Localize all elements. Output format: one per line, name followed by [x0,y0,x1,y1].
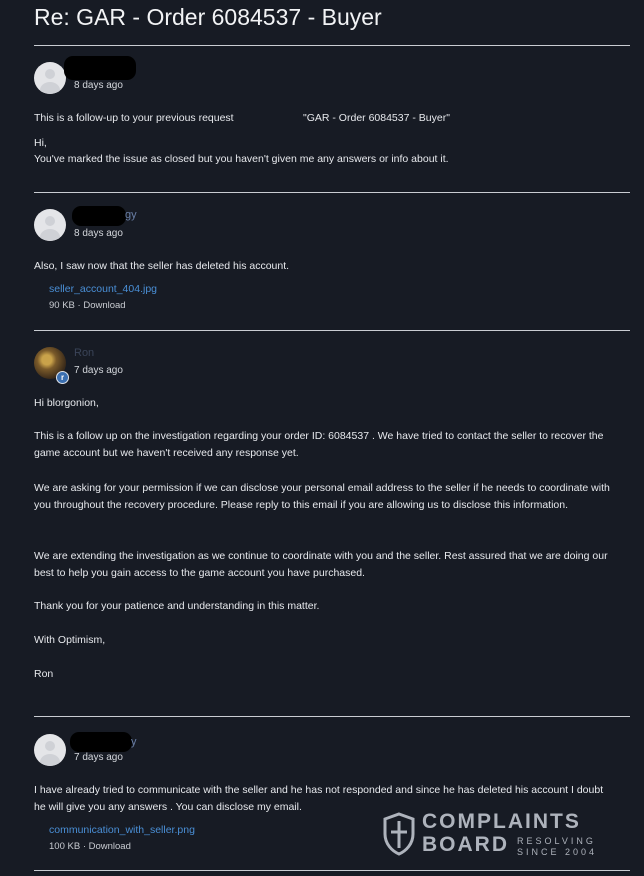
attachment-size: 90 KB [49,300,75,311]
watermark-tag1: RESOLVING [517,836,596,846]
redacted-name [64,56,136,80]
shield-icon [383,812,415,856]
divider [34,45,630,46]
author-name[interactable]: y [131,736,137,748]
message-text: Ron [34,668,54,680]
page-title: Re: GAR - Order 6084537 - Buyer [34,4,382,30]
avatar [34,734,66,766]
divider [34,870,630,871]
avatar [34,62,66,94]
complaints-board-watermark: COMPLAINTS BOARD RESOLVING SINCE 2004 [382,810,602,858]
author-name[interactable]: Ron [74,347,94,359]
attachment-meta: 100 KB · Download [49,841,131,852]
agent-badge-icon: r [56,371,69,384]
message-text: This is a follow up on the investigation… [34,430,604,459]
avatar [34,209,66,241]
message-text: We are extending the investigation as we… [34,550,608,579]
divider [34,192,630,193]
divider [34,716,630,717]
message-text: Hi blorgonion, [34,397,99,409]
download-link[interactable]: Download [89,841,131,852]
message-text: You've marked the issue as closed but yo… [34,153,449,165]
divider [34,330,630,331]
download-link[interactable]: Download [83,300,125,311]
message-text: Thank you for your patience and understa… [34,600,320,612]
redacted-name [72,206,126,226]
timestamp: 8 days ago [74,228,123,239]
message-text: We are asking for your permission if we … [34,482,610,511]
watermark-line1: COMPLAINTS [422,810,581,833]
attachment-meta: 90 KB · Download [49,300,126,311]
message-text: Also, I saw now that the seller has dele… [34,260,290,272]
message-text: With Optimism, [34,634,106,646]
watermark-tag2: SINCE 2004 [517,847,598,857]
message-text: "GAR - Order 6084537 - Buyer" [303,112,450,124]
author-name[interactable]: gy [125,209,137,221]
timestamp: 7 days ago [74,752,123,763]
message-text: Hi, [34,137,47,149]
attachment-link[interactable]: seller_account_404.jpg [49,283,157,295]
redacted-name [70,732,132,752]
timestamp: 8 days ago [74,80,123,91]
timestamp: 7 days ago [74,365,123,376]
attachment-link[interactable]: communication_with_seller.png [49,824,195,836]
watermark-line2: BOARD [422,833,509,856]
attachment-size: 100 KB [49,841,81,852]
